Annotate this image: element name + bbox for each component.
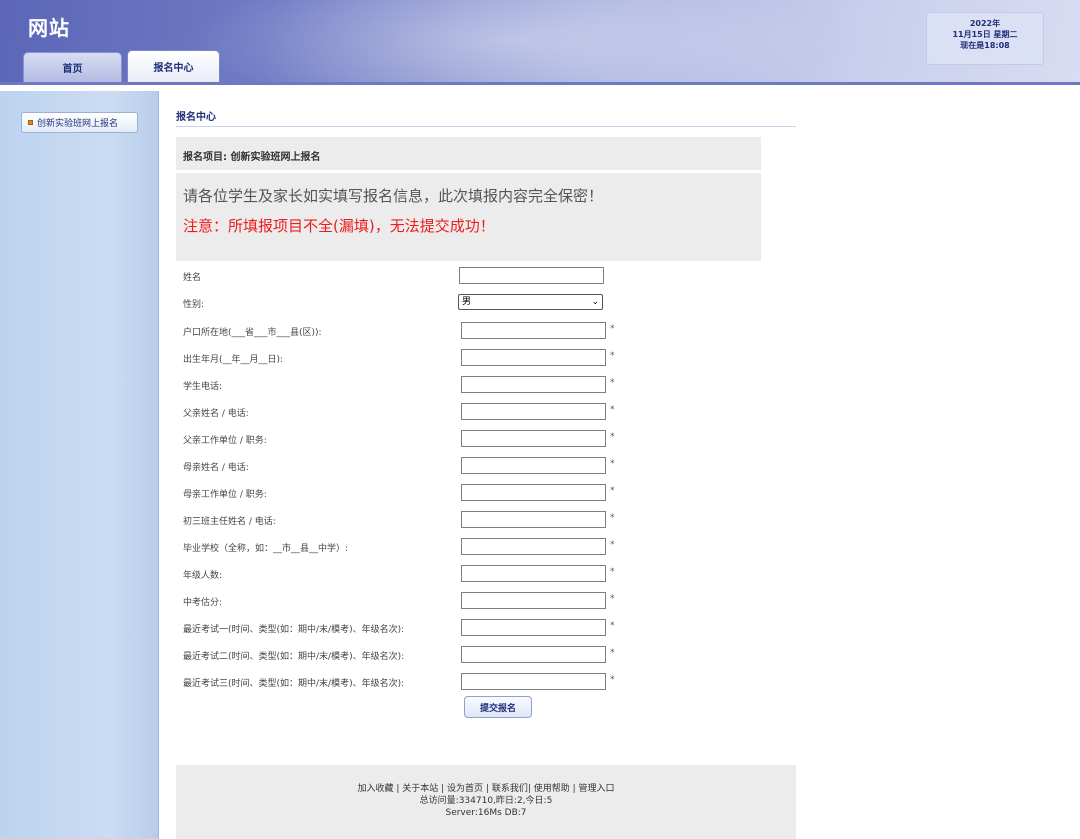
- form-field-label: 毕业学校（全称，如：__市__县__中学）:: [183, 544, 349, 554]
- header-decoration: [160, 0, 860, 82]
- required-marker: *: [610, 405, 615, 415]
- form-field-label: 父亲工作单位 / 职务:: [183, 436, 267, 446]
- form-field-label: 年级人数:: [183, 571, 223, 581]
- form-field-label: 中考估分:: [183, 598, 223, 608]
- section-title: 报名中心: [176, 108, 796, 127]
- project-box: 报名项目: 创新实验班网上报名: [176, 137, 761, 170]
- form-field-input[interactable]: [461, 322, 606, 339]
- form-field-label: 最近考试二(时间、类型(如：期中/末/模考)、年级名次):: [183, 652, 405, 662]
- footer-link-set-home[interactable]: 设为首页: [447, 784, 483, 794]
- form-field-label: 最近考试三(时间、类型(如：期中/末/模考)、年级名次):: [183, 679, 405, 689]
- date-time: 现在是18:08: [960, 41, 1010, 50]
- tab-home[interactable]: 首页: [23, 52, 122, 82]
- sidebar: 创新实验班网上报名: [0, 91, 159, 839]
- form-field-input[interactable]: [461, 646, 606, 663]
- form-field-input[interactable]: [461, 673, 606, 690]
- footer: 加入收藏 | 关于本站 | 设为首页 | 联系我们| 使用帮助 | 管理入口 总…: [176, 765, 796, 839]
- notice-box: 请各位学生及家长如实填写报名信息，此次填报内容完全保密！ 注意：所填报项目不全(…: [176, 173, 761, 261]
- form-field-input[interactable]: [461, 511, 606, 528]
- form-field-input[interactable]: [461, 430, 606, 447]
- form-field-input[interactable]: [461, 538, 606, 555]
- submit-button[interactable]: 提交报名: [464, 696, 532, 718]
- required-marker: *: [610, 324, 615, 334]
- required-marker: *: [610, 567, 615, 577]
- footer-link-bookmark[interactable]: 加入收藏: [357, 784, 393, 794]
- required-marker: *: [610, 459, 615, 469]
- footer-link-admin[interactable]: 管理入口: [579, 784, 615, 794]
- sidebar-item-online-registration[interactable]: 创新实验班网上报名: [21, 112, 138, 133]
- form-field-input[interactable]: [461, 349, 606, 366]
- name-label: 姓名: [183, 273, 202, 283]
- form-field-input[interactable]: [461, 619, 606, 636]
- form-field-label: 父亲姓名 / 电话:: [183, 409, 249, 419]
- form-field-label: 最近考试一(时间、类型(如：期中/末/模考)、年级名次):: [183, 625, 405, 635]
- date-box: 2022年 11月15日 星期二 现在是18:08: [926, 12, 1044, 65]
- chevron-down-icon: ⌄: [591, 297, 599, 307]
- form-field-label: 初三班主任姓名 / 电话:: [183, 517, 276, 527]
- name-input[interactable]: [459, 267, 604, 284]
- required-marker: *: [610, 351, 615, 361]
- form-field-label: 户口所在地(___省___市___县(区)):: [183, 328, 322, 338]
- form-field-label: 母亲工作单位 / 职务:: [183, 490, 267, 500]
- form-field-input[interactable]: [461, 592, 606, 609]
- footer-link-help[interactable]: 使用帮助: [534, 784, 570, 794]
- notice-confidential: 请各位学生及家长如实填写报名信息，此次填报内容完全保密！: [183, 187, 604, 205]
- date-year: 2022年: [969, 19, 1001, 28]
- footer-server: Server:16Ms DB:7: [445, 808, 527, 818]
- main-content: 报名中心 报名项目: 创新实验班网上报名 请各位学生及家长如实填写报名信息，此次…: [176, 108, 796, 718]
- form-field-input[interactable]: [461, 403, 606, 420]
- date-day: 11月15日 星期二: [952, 30, 1018, 39]
- header-divider: [0, 82, 1080, 85]
- form-field-input[interactable]: [461, 376, 606, 393]
- footer-links: 加入收藏 | 关于本站 | 设为首页 | 联系我们| 使用帮助 | 管理入口: [357, 784, 615, 794]
- site-logo[interactable]: 网站: [28, 12, 70, 41]
- required-marker: *: [610, 378, 615, 388]
- required-marker: *: [610, 621, 615, 631]
- gender-select[interactable]: 男 ⌄: [458, 294, 603, 310]
- footer-stats: 总访问量:334710,昨日:2,今日:5: [419, 796, 553, 806]
- footer-link-contact[interactable]: 联系我们: [492, 784, 528, 794]
- bullet-icon: [28, 120, 33, 125]
- form-field-label: 出生年月(__年__月__日):: [183, 355, 284, 365]
- form-field-input[interactable]: [461, 457, 606, 474]
- notice-warning: 注意：所填报项目不全(漏填)，无法提交成功！: [183, 217, 495, 235]
- required-marker: *: [610, 513, 615, 523]
- required-marker: *: [610, 675, 615, 685]
- required-marker: *: [610, 594, 615, 604]
- required-marker: *: [610, 648, 615, 658]
- tab-registration-center[interactable]: 报名中心: [127, 50, 220, 82]
- form-field-input[interactable]: [461, 565, 606, 582]
- form-field-label: 母亲姓名 / 电话:: [183, 463, 249, 473]
- sidebar-item-label: 创新实验班网上报名: [37, 119, 119, 129]
- required-marker: *: [610, 432, 615, 442]
- gender-label: 性别:: [183, 300, 205, 310]
- footer-link-about[interactable]: 关于本站: [402, 784, 438, 794]
- header: 网站 首页 报名中心 2022年 11月15日 星期二 现在是18:08: [0, 0, 1080, 82]
- required-marker: *: [610, 486, 615, 496]
- gender-value: 男: [462, 297, 472, 307]
- form-field-input[interactable]: [461, 484, 606, 501]
- required-marker: *: [610, 540, 615, 550]
- form-field-label: 学生电话:: [183, 382, 223, 392]
